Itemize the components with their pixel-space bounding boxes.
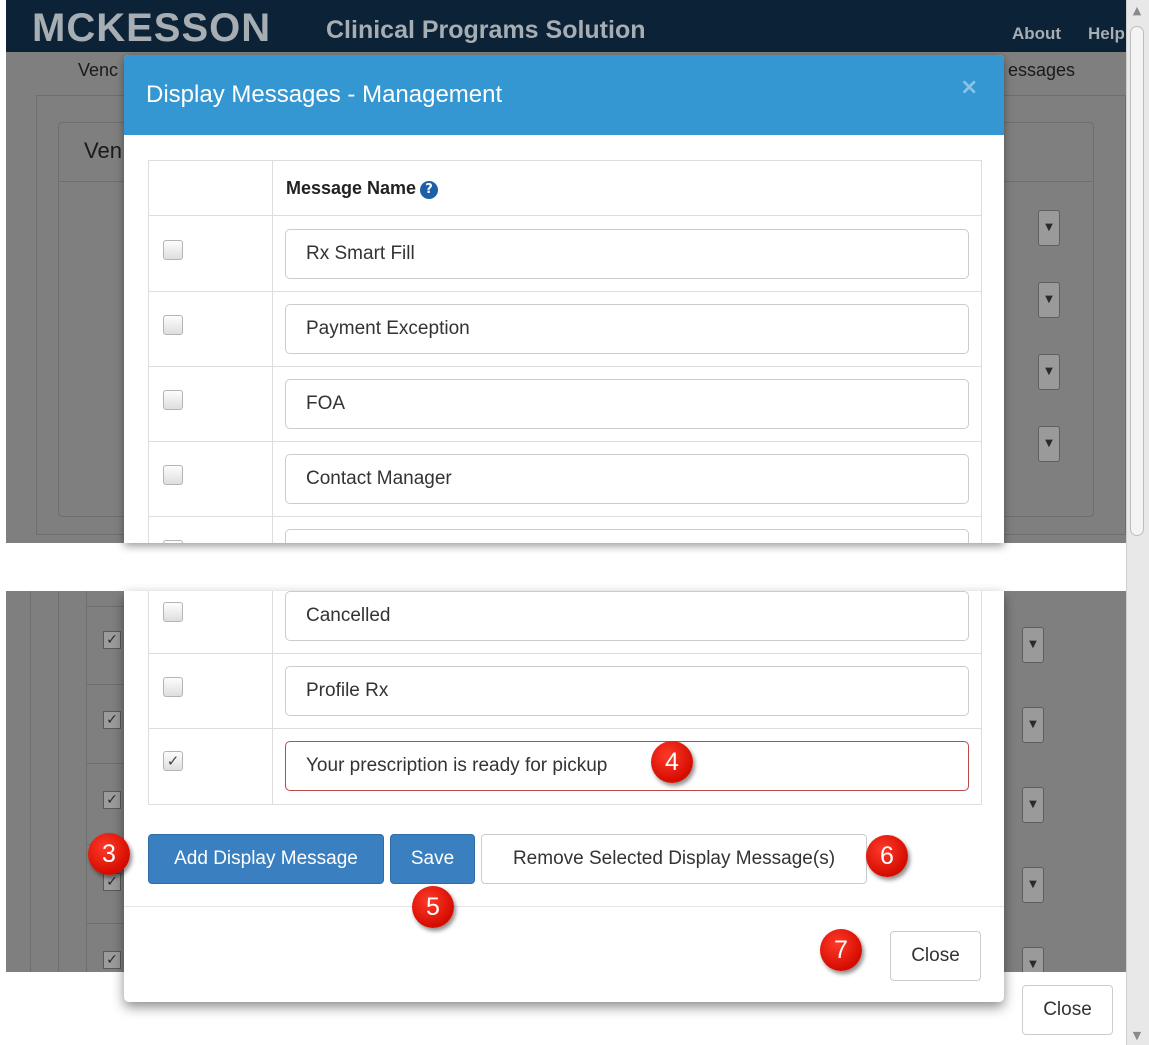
app-title: Clinical Programs Solution xyxy=(326,16,646,44)
background-dropdown-arrow: ▼ xyxy=(1038,210,1060,246)
background-row-line xyxy=(86,606,126,607)
display-messages-modal-bottom: Cancelled Profile Rx ✓ Your prescription… xyxy=(124,591,1004,1002)
row-checkbox[interactable] xyxy=(163,602,183,622)
table-row: FOA xyxy=(149,367,981,442)
row-checkbox[interactable] xyxy=(163,315,183,335)
background-column-line xyxy=(58,591,59,972)
table-row: Payment Exception xyxy=(149,292,981,367)
modal-close-button[interactable]: Close xyxy=(890,931,981,981)
subnav-tab-messages: essages xyxy=(1008,60,1076,80)
row-checkbox-checked[interactable]: ✓ xyxy=(163,751,183,771)
message-name-input[interactable]: FOA xyxy=(285,379,969,429)
background-dropdown-arrow: ▼ xyxy=(1038,354,1060,390)
scrollbar-thumb[interactable] xyxy=(1130,26,1144,536)
modal-close-icon[interactable]: × xyxy=(960,75,978,100)
message-name-input[interactable] xyxy=(285,529,969,543)
background-dropdown-arrow: ▼ xyxy=(1038,282,1060,318)
row-checkbox[interactable] xyxy=(163,540,183,543)
background-row-line xyxy=(86,763,126,764)
callout-3: 3 xyxy=(88,833,130,875)
row-checkbox[interactable] xyxy=(163,465,183,485)
table-row-partial xyxy=(149,517,981,543)
background-row-line xyxy=(86,684,126,685)
page-close-button[interactable]: Close xyxy=(1022,985,1113,1035)
background-row-line xyxy=(86,923,126,924)
messages-table-bottom: Cancelled Profile Rx ✓ Your prescription… xyxy=(148,591,982,805)
background-checkbox: ✓ xyxy=(103,873,121,891)
modal-header: Display Messages - Management × xyxy=(124,55,1004,135)
background-dropdown-arrow: ▼ xyxy=(1022,627,1044,663)
background-dropdown-arrow: ▼ xyxy=(1022,707,1044,743)
background-panel-heading: Ven xyxy=(84,138,122,163)
callout-6: 6 xyxy=(866,835,908,877)
remove-selected-messages-button[interactable]: Remove Selected Display Message(s) xyxy=(481,834,867,884)
new-message-input[interactable]: Your prescription is ready for pickup xyxy=(285,741,969,791)
background-checkbox: ✓ xyxy=(103,791,121,809)
scroll-down-arrow-icon[interactable]: ▼ xyxy=(1128,1029,1146,1045)
scroll-up-arrow-icon[interactable]: ▲ xyxy=(1128,4,1146,20)
modal-title: Display Messages - Management xyxy=(146,81,503,108)
message-name-header-label: Message Name xyxy=(286,178,417,198)
help-icon[interactable]: ? xyxy=(420,181,439,199)
modal-footer-divider xyxy=(124,906,1004,907)
table-row: Rx Smart Fill xyxy=(149,216,981,292)
callout-7: 7 xyxy=(820,929,862,971)
message-name-header: Message Name? xyxy=(286,178,439,199)
background-checkbox: ✓ xyxy=(103,951,121,969)
background-checkbox: ✓ xyxy=(103,711,121,729)
table-row: Cancelled xyxy=(149,591,981,654)
row-checkbox[interactable] xyxy=(163,240,183,260)
mckesson-logo: MCKESSON xyxy=(32,6,272,50)
message-name-input[interactable]: Profile Rx xyxy=(285,666,969,716)
help-link[interactable]: Help xyxy=(1088,24,1125,44)
background-column-line xyxy=(86,591,87,972)
message-name-input[interactable]: Payment Exception xyxy=(285,304,969,354)
screenshot-stage: MCKESSON Clinical Programs Solution Abou… xyxy=(0,0,1149,1045)
background-column-line xyxy=(30,591,31,972)
add-display-message-button[interactable]: Add Display Message xyxy=(148,834,384,884)
display-messages-modal-top: Display Messages - Management × Message … xyxy=(124,55,1004,543)
background-dropdown-arrow: ▼ xyxy=(1038,426,1060,462)
message-name-input[interactable]: Contact Manager xyxy=(285,454,969,504)
save-button[interactable]: Save xyxy=(390,834,475,884)
app-header: MCKESSON Clinical Programs Solution Abou… xyxy=(6,0,1126,52)
background-checkbox: ✓ xyxy=(103,631,121,649)
row-checkbox[interactable] xyxy=(163,390,183,410)
background-dropdown-arrow: ▼ xyxy=(1022,947,1044,972)
row-checkbox[interactable] xyxy=(163,677,183,697)
message-name-input[interactable]: Rx Smart Fill xyxy=(285,229,969,279)
callout-5: 5 xyxy=(412,886,454,928)
messages-table-top: Message Name? Rx Smart Fill Payment Exce… xyxy=(148,160,982,543)
background-dropdown-arrow: ▼ xyxy=(1022,867,1044,903)
message-name-input[interactable]: Cancelled xyxy=(285,591,969,641)
table-row-selected: ✓ Your prescription is ready for pickup xyxy=(149,729,981,804)
background-dropdown-arrow: ▼ xyxy=(1022,787,1044,823)
subnav-tab-vendor: Venc xyxy=(78,60,119,80)
table-header-row: Message Name? xyxy=(149,161,981,216)
about-link[interactable]: About xyxy=(1012,24,1061,44)
table-row: Profile Rx xyxy=(149,654,981,729)
table-row: Contact Manager xyxy=(149,442,981,517)
callout-4: 4 xyxy=(651,741,693,783)
